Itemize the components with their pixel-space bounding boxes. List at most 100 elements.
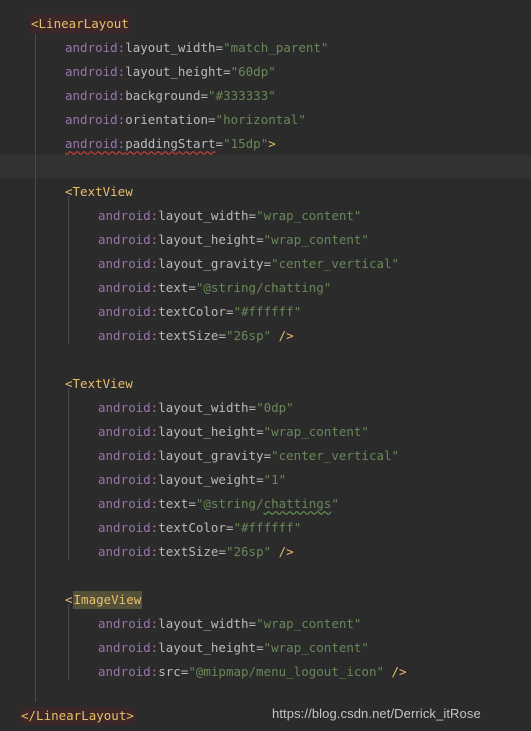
code-line-iv-layout-height[interactable]: android:layout_height="wrap_content" — [98, 636, 369, 660]
val-ffffff: "#ffffff" — [233, 520, 302, 535]
code-line-tv2-layout-weight[interactable]: android:layout_weight="1" — [98, 468, 286, 492]
tag-self-close-bracket — [271, 328, 279, 343]
code-line-tv2-layout-width[interactable]: android:layout_width="0dp" — [98, 396, 294, 420]
code-line-tv2-text-color[interactable]: android:textColor="#ffffff" — [98, 516, 301, 540]
code-line-imageview-open[interactable]: <ImageView — [65, 588, 143, 612]
code-line-tv1-text[interactable]: android:text="@string/chatting" — [98, 276, 331, 300]
val-333333: "#333333" — [208, 88, 276, 103]
eq-sign: = — [256, 640, 264, 655]
code-line-orientation[interactable]: android:orientation="horizontal" — [65, 108, 306, 132]
tag-linearlayout-open: <LinearLayout — [30, 15, 130, 33]
ns-android: android: — [65, 40, 126, 55]
ns-android: android: — [65, 112, 126, 127]
val-match-parent: "match_parent" — [223, 40, 329, 55]
ns-android: android: — [98, 256, 159, 271]
attr-text-size: textSize — [158, 544, 219, 559]
eq-sign: = — [223, 64, 231, 79]
code-line-iv-layout-width[interactable]: android:layout_width="wrap_content" — [98, 612, 361, 636]
code-line-textview-2-open[interactable]: <TextView — [65, 372, 133, 396]
code-line-layout-height[interactable]: android:layout_height="60dp" — [65, 60, 276, 84]
code-line-tv2-layout-gravity[interactable]: android:layout_gravity="center_vertical" — [98, 444, 399, 468]
tag-self-close-bracket: /> — [278, 328, 294, 343]
val-typo-chattings: chattings — [263, 496, 332, 511]
val-wrap-content: "wrap_content" — [256, 208, 362, 223]
code-line-tv2-text-size[interactable]: android:textSize="26sp" /> — [98, 540, 294, 564]
val-mipmap-menu-logout-icon: "@mipmap/menu_logout_icon" — [188, 664, 384, 679]
eq-sign: = — [218, 328, 226, 343]
eq-sign: = — [248, 616, 257, 631]
val-horizontal: "horizontal" — [215, 112, 306, 127]
tag-linearlayout-close: </LinearLayout> — [20, 707, 135, 725]
val-string-chatting: "@string/chatting" — [195, 280, 332, 295]
attr-layout-gravity: layout_gravity — [158, 256, 264, 271]
eq-sign: = — [256, 232, 264, 247]
ns-android: android: — [98, 208, 159, 223]
code-editor[interactable]: <LinearLayout android:layout_width="matc… — [0, 0, 531, 731]
ns-android: android: — [98, 280, 159, 295]
eq-sign: = — [218, 544, 226, 559]
eq-sign: = — [248, 208, 257, 223]
code-line-tv2-text[interactable]: android:text="@string/chattings" — [98, 492, 339, 516]
code-line-tv1-text-size[interactable]: android:textSize="26sp" /> — [98, 324, 294, 348]
eq-sign: = — [200, 88, 209, 103]
eq-sign: = — [188, 496, 196, 511]
attr-layout-height: layout_height — [158, 640, 257, 655]
attr-text: text — [158, 280, 189, 295]
val-60dp: "60dp" — [230, 64, 276, 79]
ns-android: android: — [65, 136, 126, 151]
val-1: "1" — [263, 472, 287, 487]
attr-text-size: textSize — [158, 328, 219, 343]
eq-sign: = — [215, 40, 224, 55]
eq-sign: = — [248, 400, 257, 415]
ns-android: android: — [98, 424, 159, 439]
code-line-linearlayout-close[interactable]: </LinearLayout> — [20, 704, 135, 728]
attr-layout-height: layout_height — [158, 232, 257, 247]
val-ffffff: "#ffffff" — [233, 304, 302, 319]
val-string-suffix: " — [331, 496, 339, 511]
ns-android: android: — [98, 232, 159, 247]
tag-open-bracket: < — [65, 592, 73, 607]
code-line-layout-width[interactable]: android:layout_width="match_parent" — [65, 36, 328, 60]
val-center-vertical: "center_vertical" — [271, 448, 400, 463]
attr-text-color: textColor — [158, 304, 226, 319]
code-line-linearlayout-open[interactable]: <LinearLayout — [30, 12, 130, 36]
code-line-background[interactable]: android:background="#333333" — [65, 84, 276, 108]
code-line-tv1-layout-height[interactable]: android:layout_height="wrap_content" — [98, 228, 369, 252]
code-line-tv1-layout-width[interactable]: android:layout_width="wrap_content" — [98, 204, 361, 228]
tag-textview-open: <TextView — [65, 184, 133, 199]
ns-android: android: — [98, 304, 159, 319]
ns-android: android: — [98, 616, 159, 631]
eq-sign: = — [256, 424, 264, 439]
val-26sp: "26sp" — [225, 328, 272, 343]
ns-android: android: — [98, 520, 159, 535]
code-line-padding-start[interactable]: android:paddingStart="15dp"> — [65, 132, 276, 156]
attr-layout-width: layout_width — [158, 400, 249, 415]
ns-android: android: — [98, 544, 159, 559]
ns-android: android: — [98, 664, 159, 679]
eq-sign: = — [256, 472, 264, 487]
val-string-prefix: "@string/ — [195, 496, 264, 511]
ns-android: android: — [98, 400, 159, 415]
attr-background: background — [125, 88, 201, 103]
ns-android: android: — [98, 472, 159, 487]
val-26sp: "26sp" — [225, 544, 272, 559]
attr-layout-width: layout_width — [158, 208, 249, 223]
attr-layout-gravity: layout_gravity — [158, 448, 264, 463]
attr-layout-width: layout_width — [125, 40, 216, 55]
tag-textview-open: <TextView — [65, 376, 133, 391]
attr-text-color: textColor — [158, 520, 226, 535]
attr-padding-start: paddingStart — [125, 136, 216, 151]
code-line-tv2-layout-height[interactable]: android:layout_height="wrap_content" — [98, 420, 369, 444]
ns-android: android: — [98, 640, 159, 655]
code-line-iv-src[interactable]: android:src="@mipmap/menu_logout_icon" /… — [98, 660, 407, 684]
code-line-textview-1-open[interactable]: <TextView — [65, 180, 133, 204]
ns-android: android: — [65, 88, 126, 103]
tag-self-close-bracket: /> — [391, 664, 407, 679]
code-line-tv1-layout-gravity[interactable]: android:layout_gravity="center_vertical" — [98, 252, 399, 276]
code-line-tv1-text-color[interactable]: android:textColor="#ffffff" — [98, 300, 301, 324]
eq-sign: = — [263, 448, 272, 463]
val-15dp: "15dp" — [223, 136, 269, 151]
eq-sign: = — [263, 256, 272, 271]
watermark-url: https://blog.csdn.net/Derrick_itRose — [272, 706, 481, 721]
